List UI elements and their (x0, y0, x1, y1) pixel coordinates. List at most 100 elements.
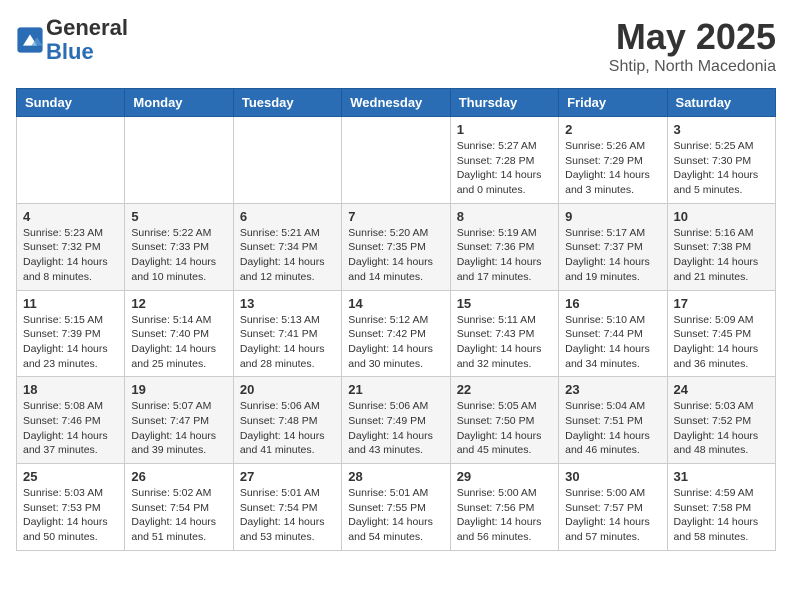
page-header: General Blue May 2025 Shtip, North Maced… (16, 16, 776, 76)
day-number: 25 (23, 469, 118, 484)
calendar-cell: 29 Sunrise: 5:00 AM Sunset: 7:56 PM Dayli… (450, 464, 558, 551)
calendar-cell: 2 Sunrise: 5:26 AM Sunset: 7:29 PM Daylig… (559, 117, 667, 204)
day-number: 4 (23, 209, 118, 224)
calendar-table: SundayMondayTuesdayWednesdayThursdayFrid… (16, 88, 776, 551)
day-number: 1 (457, 122, 552, 137)
day-info: Sunrise: 5:00 AM Sunset: 7:57 PM Dayligh… (565, 486, 660, 545)
weekday-header-saturday: Saturday (667, 89, 775, 117)
day-number: 9 (565, 209, 660, 224)
day-info: Sunrise: 5:16 AM Sunset: 7:38 PM Dayligh… (674, 226, 769, 285)
calendar-cell: 7 Sunrise: 5:20 AM Sunset: 7:35 PM Daylig… (342, 203, 450, 290)
day-number: 23 (565, 382, 660, 397)
calendar-cell: 6 Sunrise: 5:21 AM Sunset: 7:34 PM Daylig… (233, 203, 341, 290)
day-number: 14 (348, 296, 443, 311)
day-number: 26 (131, 469, 226, 484)
calendar-cell (342, 117, 450, 204)
calendar-cell: 18 Sunrise: 5:08 AM Sunset: 7:46 PM Dayli… (17, 377, 125, 464)
day-number: 6 (240, 209, 335, 224)
calendar-cell: 22 Sunrise: 5:05 AM Sunset: 7:50 PM Dayli… (450, 377, 558, 464)
calendar-cell: 16 Sunrise: 5:10 AM Sunset: 7:44 PM Dayli… (559, 290, 667, 377)
calendar-cell (17, 117, 125, 204)
day-number: 7 (348, 209, 443, 224)
day-number: 16 (565, 296, 660, 311)
title-block: May 2025 Shtip, North Macedonia (609, 16, 776, 76)
weekday-header-tuesday: Tuesday (233, 89, 341, 117)
logo: General Blue (16, 16, 128, 64)
day-info: Sunrise: 5:03 AM Sunset: 7:53 PM Dayligh… (23, 486, 118, 545)
calendar-cell (233, 117, 341, 204)
day-number: 11 (23, 296, 118, 311)
calendar-cell: 1 Sunrise: 5:27 AM Sunset: 7:28 PM Daylig… (450, 117, 558, 204)
calendar-cell (125, 117, 233, 204)
calendar-cell: 4 Sunrise: 5:23 AM Sunset: 7:32 PM Daylig… (17, 203, 125, 290)
month-title: May 2025 (609, 16, 776, 58)
calendar-cell: 11 Sunrise: 5:15 AM Sunset: 7:39 PM Dayli… (17, 290, 125, 377)
day-number: 24 (674, 382, 769, 397)
calendar-week-1: 1 Sunrise: 5:27 AM Sunset: 7:28 PM Daylig… (17, 117, 776, 204)
day-number: 22 (457, 382, 552, 397)
calendar-cell: 26 Sunrise: 5:02 AM Sunset: 7:54 PM Dayli… (125, 464, 233, 551)
day-info: Sunrise: 5:26 AM Sunset: 7:29 PM Dayligh… (565, 139, 660, 198)
weekday-header-sunday: Sunday (17, 89, 125, 117)
calendar-cell: 30 Sunrise: 5:00 AM Sunset: 7:57 PM Dayli… (559, 464, 667, 551)
weekday-header-friday: Friday (559, 89, 667, 117)
day-number: 12 (131, 296, 226, 311)
day-number: 5 (131, 209, 226, 224)
calendar-cell: 19Sunrise: 5:07 AM Sunset: 7:47 PM Dayli… (125, 377, 233, 464)
day-info: Sunrise: 5:05 AM Sunset: 7:50 PM Dayligh… (457, 399, 552, 458)
day-number: 2 (565, 122, 660, 137)
day-info: Sunrise: 5:04 AM Sunset: 7:51 PM Dayligh… (565, 399, 660, 458)
day-number: 3 (674, 122, 769, 137)
day-info: Sunrise: 5:11 AM Sunset: 7:43 PM Dayligh… (457, 313, 552, 372)
day-info: Sunrise: 5:08 AM Sunset: 7:46 PM Dayligh… (23, 399, 118, 458)
calendar-week-3: 11 Sunrise: 5:15 AM Sunset: 7:39 PM Dayli… (17, 290, 776, 377)
location: Shtip, North Macedonia (609, 58, 776, 76)
logo-text: General Blue (46, 16, 128, 64)
calendar-cell: 9Sunrise: 5:17 AM Sunset: 7:37 PM Daylig… (559, 203, 667, 290)
calendar-cell: 20 Sunrise: 5:06 AM Sunset: 7:48 PM Dayli… (233, 377, 341, 464)
day-info: Sunrise: 5:01 AM Sunset: 7:54 PM Dayligh… (240, 486, 335, 545)
calendar-cell: 28 Sunrise: 5:01 AM Sunset: 7:55 PM Dayli… (342, 464, 450, 551)
calendar-cell: 14 Sunrise: 5:12 AM Sunset: 7:42 PM Dayli… (342, 290, 450, 377)
day-number: 28 (348, 469, 443, 484)
day-info: Sunrise: 5:22 AM Sunset: 7:33 PM Dayligh… (131, 226, 226, 285)
day-info: Sunrise: 5:00 AM Sunset: 7:56 PM Dayligh… (457, 486, 552, 545)
day-info: Sunrise: 5:15 AM Sunset: 7:39 PM Dayligh… (23, 313, 118, 372)
calendar-cell: 13Sunrise: 5:13 AM Sunset: 7:41 PM Dayli… (233, 290, 341, 377)
day-info: Sunrise: 5:12 AM Sunset: 7:42 PM Dayligh… (348, 313, 443, 372)
day-info: Sunrise: 5:06 AM Sunset: 7:48 PM Dayligh… (240, 399, 335, 458)
day-info: Sunrise: 5:02 AM Sunset: 7:54 PM Dayligh… (131, 486, 226, 545)
calendar-cell: 31Sunrise: 4:59 AM Sunset: 7:58 PM Dayli… (667, 464, 775, 551)
day-number: 29 (457, 469, 552, 484)
logo-icon (16, 26, 44, 54)
day-info: Sunrise: 5:23 AM Sunset: 7:32 PM Dayligh… (23, 226, 118, 285)
calendar-cell: 24Sunrise: 5:03 AM Sunset: 7:52 PM Dayli… (667, 377, 775, 464)
day-number: 27 (240, 469, 335, 484)
day-info: Sunrise: 5:10 AM Sunset: 7:44 PM Dayligh… (565, 313, 660, 372)
day-info: Sunrise: 5:20 AM Sunset: 7:35 PM Dayligh… (348, 226, 443, 285)
day-info: Sunrise: 5:14 AM Sunset: 7:40 PM Dayligh… (131, 313, 226, 372)
calendar-cell: 5 Sunrise: 5:22 AM Sunset: 7:33 PM Daylig… (125, 203, 233, 290)
day-number: 20 (240, 382, 335, 397)
day-number: 30 (565, 469, 660, 484)
calendar-cell: 25 Sunrise: 5:03 AM Sunset: 7:53 PM Dayli… (17, 464, 125, 551)
day-info: Sunrise: 5:21 AM Sunset: 7:34 PM Dayligh… (240, 226, 335, 285)
day-info: Sunrise: 5:09 AM Sunset: 7:45 PM Dayligh… (674, 313, 769, 372)
calendar-cell: 15 Sunrise: 5:11 AM Sunset: 7:43 PM Dayli… (450, 290, 558, 377)
day-info: Sunrise: 5:01 AM Sunset: 7:55 PM Dayligh… (348, 486, 443, 545)
calendar-cell: 17Sunrise: 5:09 AM Sunset: 7:45 PM Dayli… (667, 290, 775, 377)
calendar-week-2: 4 Sunrise: 5:23 AM Sunset: 7:32 PM Daylig… (17, 203, 776, 290)
calendar-cell: 12 Sunrise: 5:14 AM Sunset: 7:40 PM Dayli… (125, 290, 233, 377)
calendar-cell: 10Sunrise: 5:16 AM Sunset: 7:38 PM Dayli… (667, 203, 775, 290)
calendar-week-4: 18 Sunrise: 5:08 AM Sunset: 7:46 PM Dayli… (17, 377, 776, 464)
day-number: 15 (457, 296, 552, 311)
day-info: Sunrise: 5:25 AM Sunset: 7:30 PM Dayligh… (674, 139, 769, 198)
day-number: 18 (23, 382, 118, 397)
calendar-week-5: 25 Sunrise: 5:03 AM Sunset: 7:53 PM Dayli… (17, 464, 776, 551)
day-info: Sunrise: 5:19 AM Sunset: 7:36 PM Dayligh… (457, 226, 552, 285)
calendar-cell: 23 Sunrise: 5:04 AM Sunset: 7:51 PM Dayli… (559, 377, 667, 464)
day-info: Sunrise: 5:27 AM Sunset: 7:28 PM Dayligh… (457, 139, 552, 198)
calendar-cell: 8 Sunrise: 5:19 AM Sunset: 7:36 PM Daylig… (450, 203, 558, 290)
weekday-header-thursday: Thursday (450, 89, 558, 117)
day-number: 8 (457, 209, 552, 224)
